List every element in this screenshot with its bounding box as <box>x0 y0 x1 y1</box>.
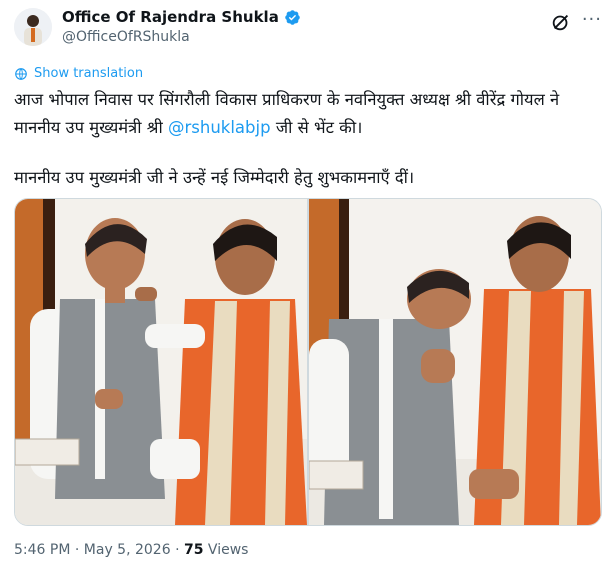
show-translation-label: Show translation <box>34 66 144 81</box>
separator: · <box>74 542 80 558</box>
photo-greeting-namaste[interactable] <box>309 199 601 525</box>
grok-icon[interactable] <box>550 11 572 33</box>
tweet-header: Office Of Rajendra Shukla @OfficeOfRShuk… <box>14 6 602 54</box>
mention-link[interactable]: @rshuklabjp <box>168 118 271 137</box>
author-handle[interactable]: @OfficeOfRShukla <box>62 29 190 45</box>
tweet-text: आज भोपाल निवास पर सिंगरौली विकास प्राधिक… <box>14 86 600 192</box>
tweet-date[interactable]: May 5, 2026 <box>84 542 171 558</box>
tweet-time[interactable]: 5:46 PM <box>14 542 70 558</box>
more-options-icon[interactable]: ··· <box>582 9 602 30</box>
verified-badge-icon <box>285 9 300 25</box>
avatar[interactable] <box>14 8 52 46</box>
photo-sweet-offering[interactable] <box>15 199 307 525</box>
tweet-paragraph-2: माननीय उप मुख्यमंत्री जी ने उन्हें नई जि… <box>14 168 415 187</box>
separator: · <box>175 542 180 558</box>
author-name-row: Office Of Rajendra Shukla <box>62 8 301 26</box>
views-label: Views <box>207 542 249 558</box>
views-count: 75 <box>183 542 204 558</box>
tweet-paragraph-1: आज भोपाल निवास पर सिंगरौली विकास प्राधिक… <box>14 86 600 142</box>
author-name[interactable]: Office Of Rajendra Shukla <box>62 8 279 26</box>
tweet-media-grid <box>14 198 602 526</box>
tweet-metadata: 5:46 PM · May 5, 2026 · 75 Views <box>14 542 248 558</box>
globe-icon <box>15 67 27 80</box>
tweet-text-part: जी से भेंट की। <box>270 118 363 137</box>
show-translation-link[interactable]: Show translation <box>14 66 143 81</box>
